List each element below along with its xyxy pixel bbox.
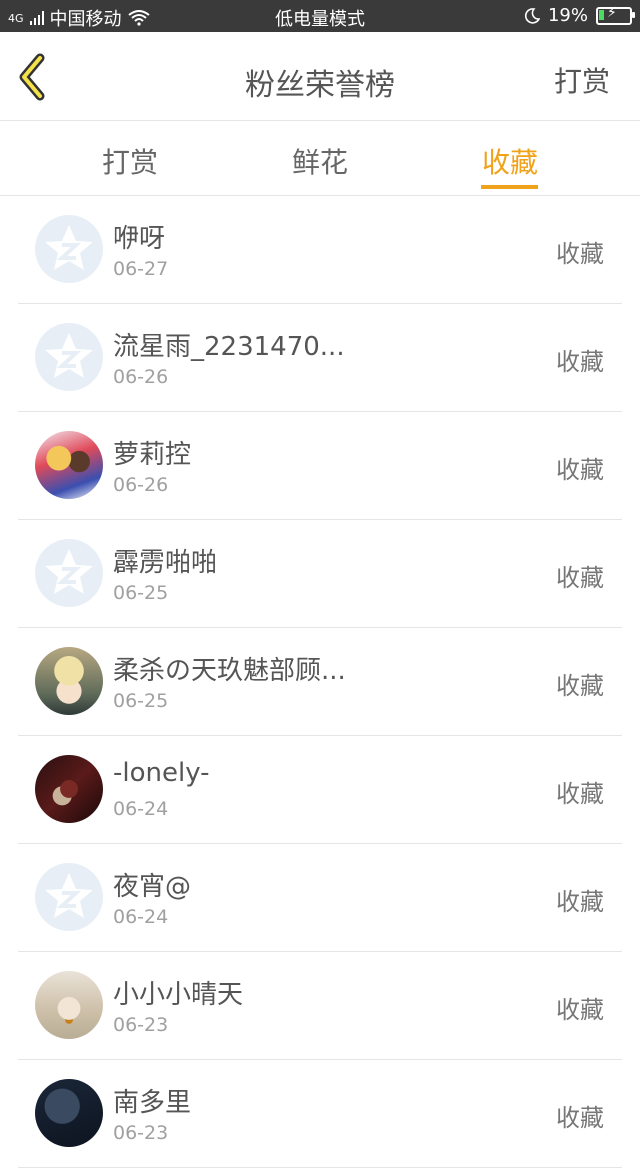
list-item[interactable]: 夜宵@ 06-24 收藏: [18, 844, 622, 952]
moon-icon: [524, 7, 540, 24]
date: 06-23: [113, 1122, 169, 1144]
favorite-label: 收藏: [556, 888, 604, 916]
list-item[interactable]: 南多里 06-23 收藏: [18, 1060, 622, 1168]
photo-avatar: [35, 755, 103, 823]
date: 06-27: [113, 258, 169, 280]
list-item[interactable]: 霹雳啪啪 06-25 收藏: [18, 520, 622, 628]
tab-reward[interactable]: 打赏: [60, 141, 200, 181]
photo-avatar: [35, 971, 103, 1039]
user-name: 咿呀: [113, 224, 166, 254]
date: 06-23: [113, 1014, 169, 1036]
date: 06-26: [113, 366, 169, 388]
default-avatar: [35, 215, 103, 283]
default-avatar-icon: [45, 873, 93, 918]
date: 06-24: [113, 906, 169, 928]
user-name: 霹雳啪啪: [113, 548, 218, 578]
list-item[interactable]: 流星雨_2231470... 06-26 收藏: [18, 304, 622, 412]
favorite-label: 收藏: [556, 456, 604, 484]
favorite-label: 收藏: [556, 564, 604, 592]
date: 06-26: [113, 474, 169, 496]
user-name: 柔杀の天玖魅部顾...: [113, 656, 346, 686]
tab-bar: 打赏 鲜花 收藏: [0, 121, 640, 196]
favorite-label: 收藏: [556, 348, 604, 376]
default-avatar: [35, 539, 103, 607]
favorite-label: 收藏: [556, 672, 604, 700]
favorite-label: 收藏: [556, 780, 604, 808]
user-name: -lonely-: [113, 758, 210, 788]
default-avatar: [35, 863, 103, 931]
user-name: 萝莉控: [113, 440, 192, 470]
header: 粉丝荣誉榜 打赏: [0, 32, 640, 121]
date: 06-25: [113, 582, 169, 604]
list-item[interactable]: -lonely- 06-24 收藏: [18, 736, 622, 844]
tab-favorites[interactable]: 收藏: [440, 141, 580, 181]
anime-avatar: [35, 647, 103, 715]
list-item[interactable]: 萝莉控 06-26 收藏: [18, 412, 622, 520]
anime-avatar: [35, 431, 103, 499]
photo-avatar: [35, 1079, 103, 1147]
battery-percent: 19%: [547, 5, 588, 26]
list-item[interactable]: 咿呀 06-27 收藏: [18, 196, 622, 304]
date: 06-25: [113, 690, 169, 712]
reward-button[interactable]: 打赏: [554, 60, 610, 100]
default-avatar-icon: [45, 225, 93, 270]
battery-level: [599, 9, 604, 20]
favorite-label: 收藏: [556, 240, 604, 268]
favorite-label: 收藏: [556, 1104, 604, 1132]
tab-flowers[interactable]: 鲜花: [250, 141, 390, 181]
favorite-label: 收藏: [556, 996, 604, 1024]
user-name: 夜宵@: [113, 872, 192, 902]
user-name: 流星雨_2231470...: [113, 332, 345, 362]
page-title: 粉丝荣誉榜: [245, 68, 395, 103]
default-avatar: [35, 323, 103, 391]
charging-bolt-icon: ⚡: [607, 4, 617, 21]
default-avatar-icon: [45, 333, 93, 378]
list-item[interactable]: 柔杀の天玖魅部顾... 06-25 收藏: [18, 628, 622, 736]
fan-list: 咿呀 06-27 收藏 流星雨_2231470... 06-26 收藏 萝莉控 …: [18, 196, 622, 1168]
battery-icon: ⚡: [596, 4, 635, 25]
default-avatar-icon: [45, 549, 93, 594]
user-name: 小小小晴天: [113, 980, 244, 1010]
date: 06-24: [113, 798, 169, 820]
user-name: 南多里: [113, 1088, 192, 1118]
status-bar: 4G 中国移动 低电量模式 19% ⚡: [0, 0, 640, 32]
list-item[interactable]: 小小小晴天 06-23 收藏: [18, 952, 622, 1060]
active-tab-indicator: [481, 185, 538, 189]
